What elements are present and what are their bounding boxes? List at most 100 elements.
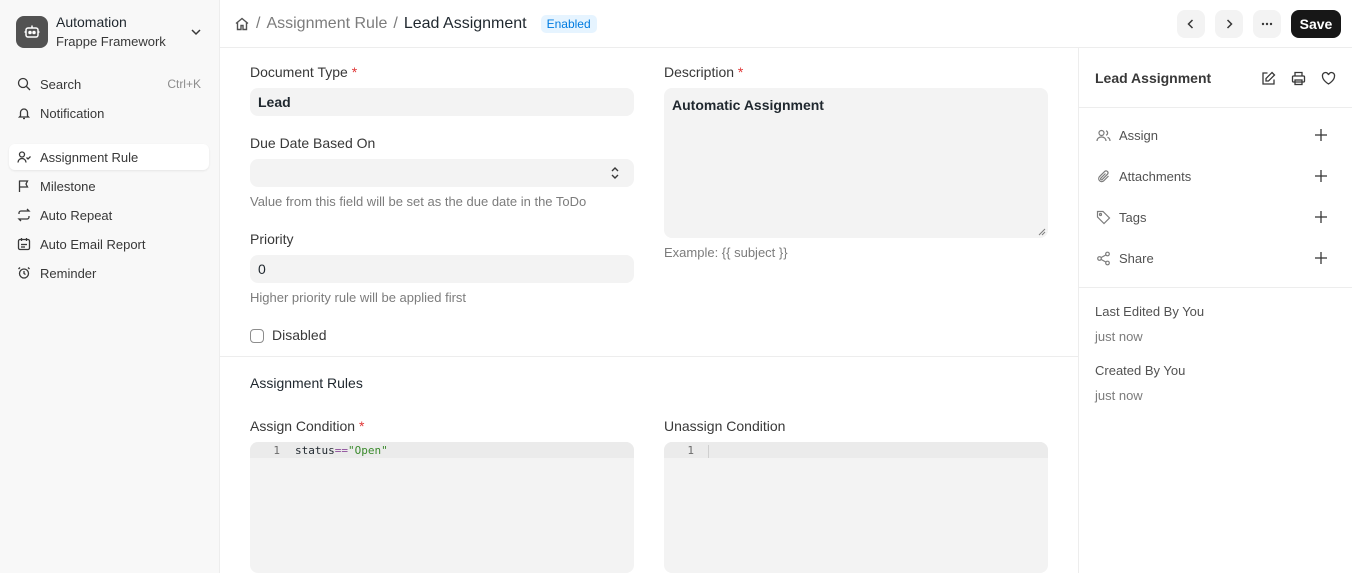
code-line: status=="Open": [295, 444, 388, 457]
right-panel-title: Lead Assignment: [1095, 70, 1212, 86]
document-type-label: Document Type *: [250, 64, 357, 80]
attachments-action[interactable]: Attachments: [1095, 165, 1345, 187]
panel-divider: [1079, 287, 1352, 288]
breadcrumb-parent[interactable]: Assignment Rule: [266, 15, 387, 33]
tags-action[interactable]: Tags: [1095, 206, 1345, 228]
paperclip-icon: [1095, 168, 1111, 184]
disabled-checkbox[interactable]: [250, 329, 264, 343]
flag-icon: [16, 178, 32, 194]
description-label: Description *: [664, 64, 743, 80]
more-button[interactable]: [1253, 10, 1281, 38]
resize-handle-icon[interactable]: [1038, 228, 1046, 236]
unassign-condition-editor[interactable]: 1: [664, 442, 1048, 573]
search-icon: [16, 76, 32, 92]
page-title: Lead Assignment: [403, 15, 527, 32]
document-type-field[interactable]: Lead: [250, 88, 634, 116]
alarm-icon: [16, 265, 32, 281]
description-label-text: Description: [664, 64, 735, 80]
last-edited-by: Last Edited By You: [1095, 304, 1205, 319]
sidebar-item-label: Reminder: [40, 265, 97, 281]
text-caret: [708, 445, 709, 458]
sidebar: Automation Frappe Framework Search Ctrl+…: [0, 0, 220, 573]
add-share-icon[interactable]: [1313, 250, 1329, 266]
code-token-op: ==: [334, 444, 348, 457]
sidebar-item-label: Auto Repeat: [40, 207, 113, 223]
due-date-help: Value from this field will be set as the…: [250, 194, 587, 209]
chevron-left-icon: [1187, 19, 1194, 29]
more-horizontal-icon: [1261, 22, 1273, 26]
workspace-switcher[interactable]: Automation Frappe Framework: [8, 8, 212, 56]
add-attachment-icon[interactable]: [1313, 168, 1329, 184]
sidebar-item-auto-repeat[interactable]: Auto Repeat: [9, 202, 209, 228]
right-panel: Lead Assignment Assign Attachments Tags …: [1078, 48, 1352, 573]
workspace-title: Automation: [56, 14, 127, 30]
panel-divider: [1079, 107, 1352, 108]
sidebar-search-label: Search: [40, 76, 82, 92]
user-assign-icon: [16, 149, 32, 165]
tag-icon: [1095, 209, 1111, 225]
breadcrumb: / Assignment Rule / Lead Assignment Enab…: [234, 12, 597, 36]
next-button[interactable]: [1215, 10, 1243, 38]
home-icon[interactable]: [234, 16, 250, 32]
sidebar-item-assignment-rule[interactable]: Assignment Rule: [9, 144, 209, 170]
share-action[interactable]: Share: [1095, 247, 1345, 269]
chevron-down-icon: [191, 29, 201, 36]
assign-condition-label: Assign Condition *: [250, 418, 364, 434]
code-token-var: status: [295, 444, 335, 457]
robot-icon: [16, 16, 48, 48]
heart-icon[interactable]: [1319, 69, 1337, 87]
workspace-subtitle: Frappe Framework: [56, 34, 166, 49]
sidebar-item-auto-email-report[interactable]: Auto Email Report: [9, 231, 209, 257]
printer-icon[interactable]: [1289, 69, 1307, 87]
created-time: just now: [1095, 388, 1143, 403]
add-tag-icon[interactable]: [1313, 209, 1329, 225]
active-line-highlight: [664, 442, 1048, 458]
due-date-select[interactable]: [250, 159, 634, 187]
unassign-condition-label: Unassign Condition: [664, 418, 786, 434]
save-button[interactable]: Save: [1291, 10, 1341, 38]
edit-icon[interactable]: [1259, 69, 1277, 87]
assign-label: Assign: [1119, 127, 1159, 143]
sidebar-search[interactable]: Search Ctrl+K: [9, 71, 209, 97]
sidebar-item-label: Assignment Rule: [40, 149, 139, 165]
line-number: 1: [687, 444, 694, 457]
priority-label: Priority: [250, 231, 294, 247]
sidebar-item-reminder[interactable]: Reminder: [9, 260, 209, 286]
status-badge: Enabled: [540, 15, 597, 33]
sidebar-item-label: Auto Email Report: [40, 236, 146, 252]
assign-action[interactable]: Assign: [1095, 124, 1345, 146]
priority-help: Higher priority rule will be applied fir…: [250, 290, 467, 305]
last-edited-time: just now: [1095, 329, 1143, 344]
required-marker: *: [737, 64, 744, 80]
document-type-label-text: Document Type: [250, 64, 348, 80]
description-field[interactable]: Automatic Assignment: [664, 88, 1048, 238]
app-root: Automation Frappe Framework Search Ctrl+…: [0, 0, 1352, 573]
created-by: Created By You: [1095, 363, 1186, 378]
share-label: Share: [1119, 250, 1154, 266]
top-bar: / Assignment Rule / Lead Assignment Enab…: [220, 0, 1352, 48]
sidebar-item-milestone[interactable]: Milestone: [9, 173, 209, 199]
required-marker: *: [351, 64, 358, 80]
chevron-right-icon: [1226, 19, 1233, 29]
section-divider: [220, 356, 1078, 357]
add-assign-icon[interactable]: [1313, 127, 1329, 143]
description-help: Example: {{ subject }}: [664, 245, 788, 260]
due-date-label: Due Date Based On: [250, 135, 376, 151]
bell-icon: [16, 105, 32, 121]
prev-button[interactable]: [1177, 10, 1205, 38]
sidebar-notification[interactable]: Notification: [9, 100, 209, 126]
attachments-label: Attachments: [1119, 168, 1192, 184]
share-icon: [1095, 250, 1111, 266]
select-arrows-icon: [611, 167, 619, 179]
priority-field[interactable]: 0: [250, 255, 634, 283]
line-number: 1: [273, 444, 280, 457]
section-title: Assignment Rules: [250, 375, 363, 391]
search-shortcut: Ctrl+K: [167, 77, 201, 91]
form-area: Document Type * Lead Due Date Based On V…: [220, 48, 1078, 573]
users-icon: [1095, 127, 1111, 143]
assign-condition-editor[interactable]: 1 status=="Open": [250, 442, 634, 573]
tags-label: Tags: [1119, 209, 1147, 225]
required-marker: *: [358, 418, 365, 434]
disabled-label: Disabled: [272, 327, 327, 343]
repeat-icon: [16, 207, 32, 223]
